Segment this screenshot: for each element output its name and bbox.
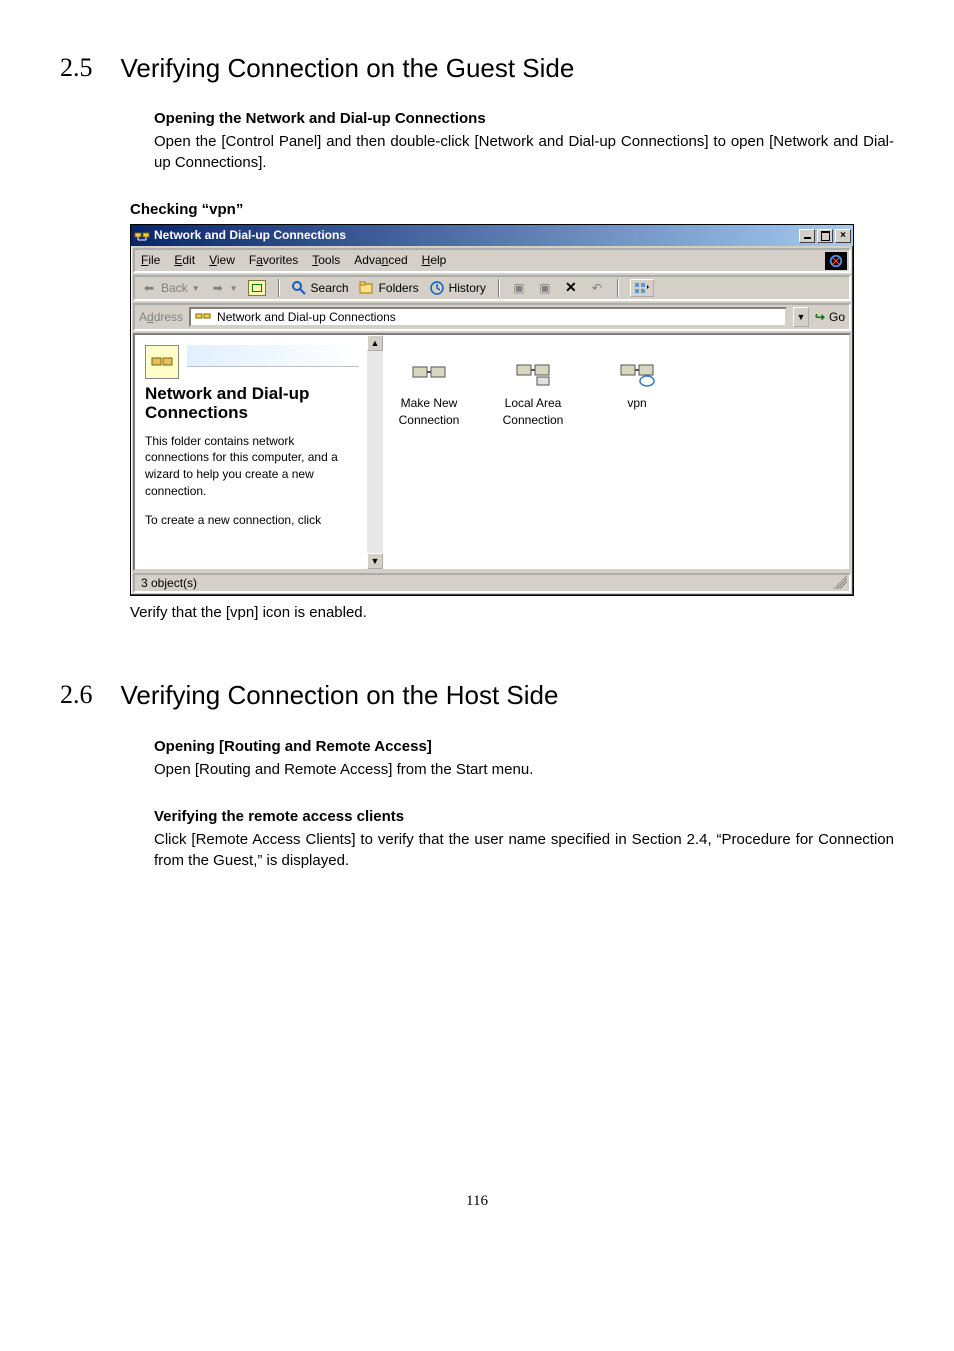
section-number: 2.5 xyxy=(60,50,93,86)
separator xyxy=(498,279,499,297)
resize-grip[interactable] xyxy=(833,575,847,589)
verify-text-25: Verify that the [vpn] icon is enabled. xyxy=(130,602,894,623)
separator xyxy=(617,279,618,297)
back-arrow-icon: ⬅ xyxy=(141,280,157,296)
throbber-icon xyxy=(825,252,847,270)
undo-icon: ↶ xyxy=(589,280,605,296)
local-area-connection-item[interactable]: Local Area Connection xyxy=(493,351,573,429)
delete-button[interactable]: ✕ xyxy=(563,280,579,296)
maximize-button[interactable] xyxy=(817,229,833,243)
minimize-button[interactable] xyxy=(799,229,815,243)
undo-button: ↶ xyxy=(589,280,605,296)
menu-help[interactable]: Help xyxy=(422,252,447,269)
moveto-icon: ▣ xyxy=(511,280,527,296)
forward-button: ➡ ▼ xyxy=(210,280,238,296)
explorer-window: Network and Dial-up Connections × File E… xyxy=(130,224,854,596)
history-icon xyxy=(429,280,445,296)
titlebar[interactable]: Network and Dial-up Connections × xyxy=(131,225,853,246)
local-area-connection-icon xyxy=(512,351,554,391)
scroll-track[interactable] xyxy=(367,351,383,553)
icons-pane: Make New Connection Local Area Connectio… xyxy=(367,335,849,569)
pane-desc-1: This folder contains network connections… xyxy=(145,433,359,500)
views-button[interactable] xyxy=(630,279,654,297)
menu-edit[interactable]: Edit xyxy=(174,252,195,269)
vpn-item[interactable]: vpn xyxy=(597,351,677,412)
section-title: Verifying Connection on the Guest Side xyxy=(121,50,575,86)
left-scrollbar[interactable]: ▲ ▼ xyxy=(367,335,383,569)
verify-block-26: Verifying the remote access clients Clic… xyxy=(154,806,894,871)
menu-tools[interactable]: Tools xyxy=(312,252,340,269)
search-label: Search xyxy=(311,280,349,297)
verify-body-26: Click [Remote Access Clients] to verify … xyxy=(154,829,894,871)
make-new-connection-icon xyxy=(408,351,450,391)
go-icon: ↪ xyxy=(815,309,825,326)
verify-heading-26: Verifying the remote access clients xyxy=(154,806,894,827)
go-button[interactable]: ↪ Go xyxy=(815,309,845,326)
separator xyxy=(278,279,279,297)
address-bar: Address Network and Dial-up Connections … xyxy=(133,303,851,331)
folders-label: Folders xyxy=(379,280,419,297)
search-button[interactable]: Search xyxy=(291,280,349,297)
search-icon xyxy=(291,280,307,296)
vpn-label: vpn xyxy=(597,395,677,412)
address-field-icon xyxy=(195,309,211,325)
scroll-down-button[interactable]: ▼ xyxy=(367,553,383,569)
opening-heading-25: Opening the Network and Dial-up Connecti… xyxy=(154,108,894,129)
section-2-5-heading: 2.5 Verifying Connection on the Guest Si… xyxy=(60,50,894,86)
menubar: File Edit View Favorites Tools Advanced … xyxy=(133,248,851,273)
copyto-button: ▣ xyxy=(537,280,553,296)
folders-icon xyxy=(359,280,375,296)
toolbar: ⬅ Back ▼ ➡ ▼ Search Folders xyxy=(133,275,851,301)
menu-view[interactable]: View xyxy=(209,252,235,269)
network-folder-icon xyxy=(134,228,150,244)
pane-title: Network and Dial-up Connections xyxy=(145,385,359,422)
status-text: 3 object(s) xyxy=(141,575,197,592)
menu-favorites[interactable]: Favorites xyxy=(249,252,298,269)
back-label: Back xyxy=(161,280,188,297)
vpn-icon xyxy=(616,351,658,391)
left-info-pane: Network and Dial-up Connections This fol… xyxy=(135,335,367,569)
page-number: 116 xyxy=(60,1191,894,1212)
copyto-icon: ▣ xyxy=(537,280,553,296)
local-area-connection-label: Local Area Connection xyxy=(493,395,573,429)
delete-icon: ✕ xyxy=(563,280,579,296)
close-button[interactable]: × xyxy=(835,229,851,243)
folder-banner-icon xyxy=(145,345,179,379)
history-label: History xyxy=(449,280,486,297)
status-bar: 3 object(s) xyxy=(133,573,851,593)
opening-body-25: Open the [Control Panel] and then double… xyxy=(154,131,894,173)
section-number: 2.6 xyxy=(60,677,93,713)
scroll-up-button[interactable]: ▲ xyxy=(367,335,383,351)
menu-file[interactable]: File xyxy=(141,252,160,269)
section-title: Verifying Connection on the Host Side xyxy=(121,677,559,713)
history-button[interactable]: History xyxy=(429,280,486,297)
content-area: Network and Dial-up Connections This fol… xyxy=(133,333,851,571)
opening-body-26: Open [Routing and Remote Access] from th… xyxy=(154,759,894,780)
make-new-connection-label: Make New Connection xyxy=(389,395,469,429)
make-new-connection-item[interactable]: Make New Connection xyxy=(389,351,469,429)
pane-desc-2: To create a new connection, click xyxy=(145,512,359,529)
address-dropdown-button[interactable]: ▼ xyxy=(793,307,809,327)
opening-block-25: Opening the Network and Dial-up Connecti… xyxy=(154,108,894,173)
address-label: Address xyxy=(139,309,183,326)
folders-button[interactable]: Folders xyxy=(359,280,419,297)
checking-heading: Checking “vpn” xyxy=(130,199,894,220)
moveto-button: ▣ xyxy=(511,280,527,296)
forward-arrow-icon: ➡ xyxy=(210,280,226,296)
go-label: Go xyxy=(829,309,845,326)
menu-advanced[interactable]: Advanced xyxy=(354,252,407,269)
up-folder-icon xyxy=(248,280,266,296)
window-title: Network and Dial-up Connections xyxy=(154,227,799,244)
address-field[interactable]: Network and Dial-up Connections xyxy=(189,307,787,327)
up-button[interactable] xyxy=(248,280,266,296)
section-2-6-heading: 2.6 Verifying Connection on the Host Sid… xyxy=(60,677,894,713)
back-button: ⬅ Back ▼ xyxy=(141,280,200,297)
address-value: Network and Dial-up Connections xyxy=(217,309,396,326)
opening-heading-26: Opening [Routing and Remote Access] xyxy=(154,736,894,757)
opening-block-26: Opening [Routing and Remote Access] Open… xyxy=(154,736,894,780)
